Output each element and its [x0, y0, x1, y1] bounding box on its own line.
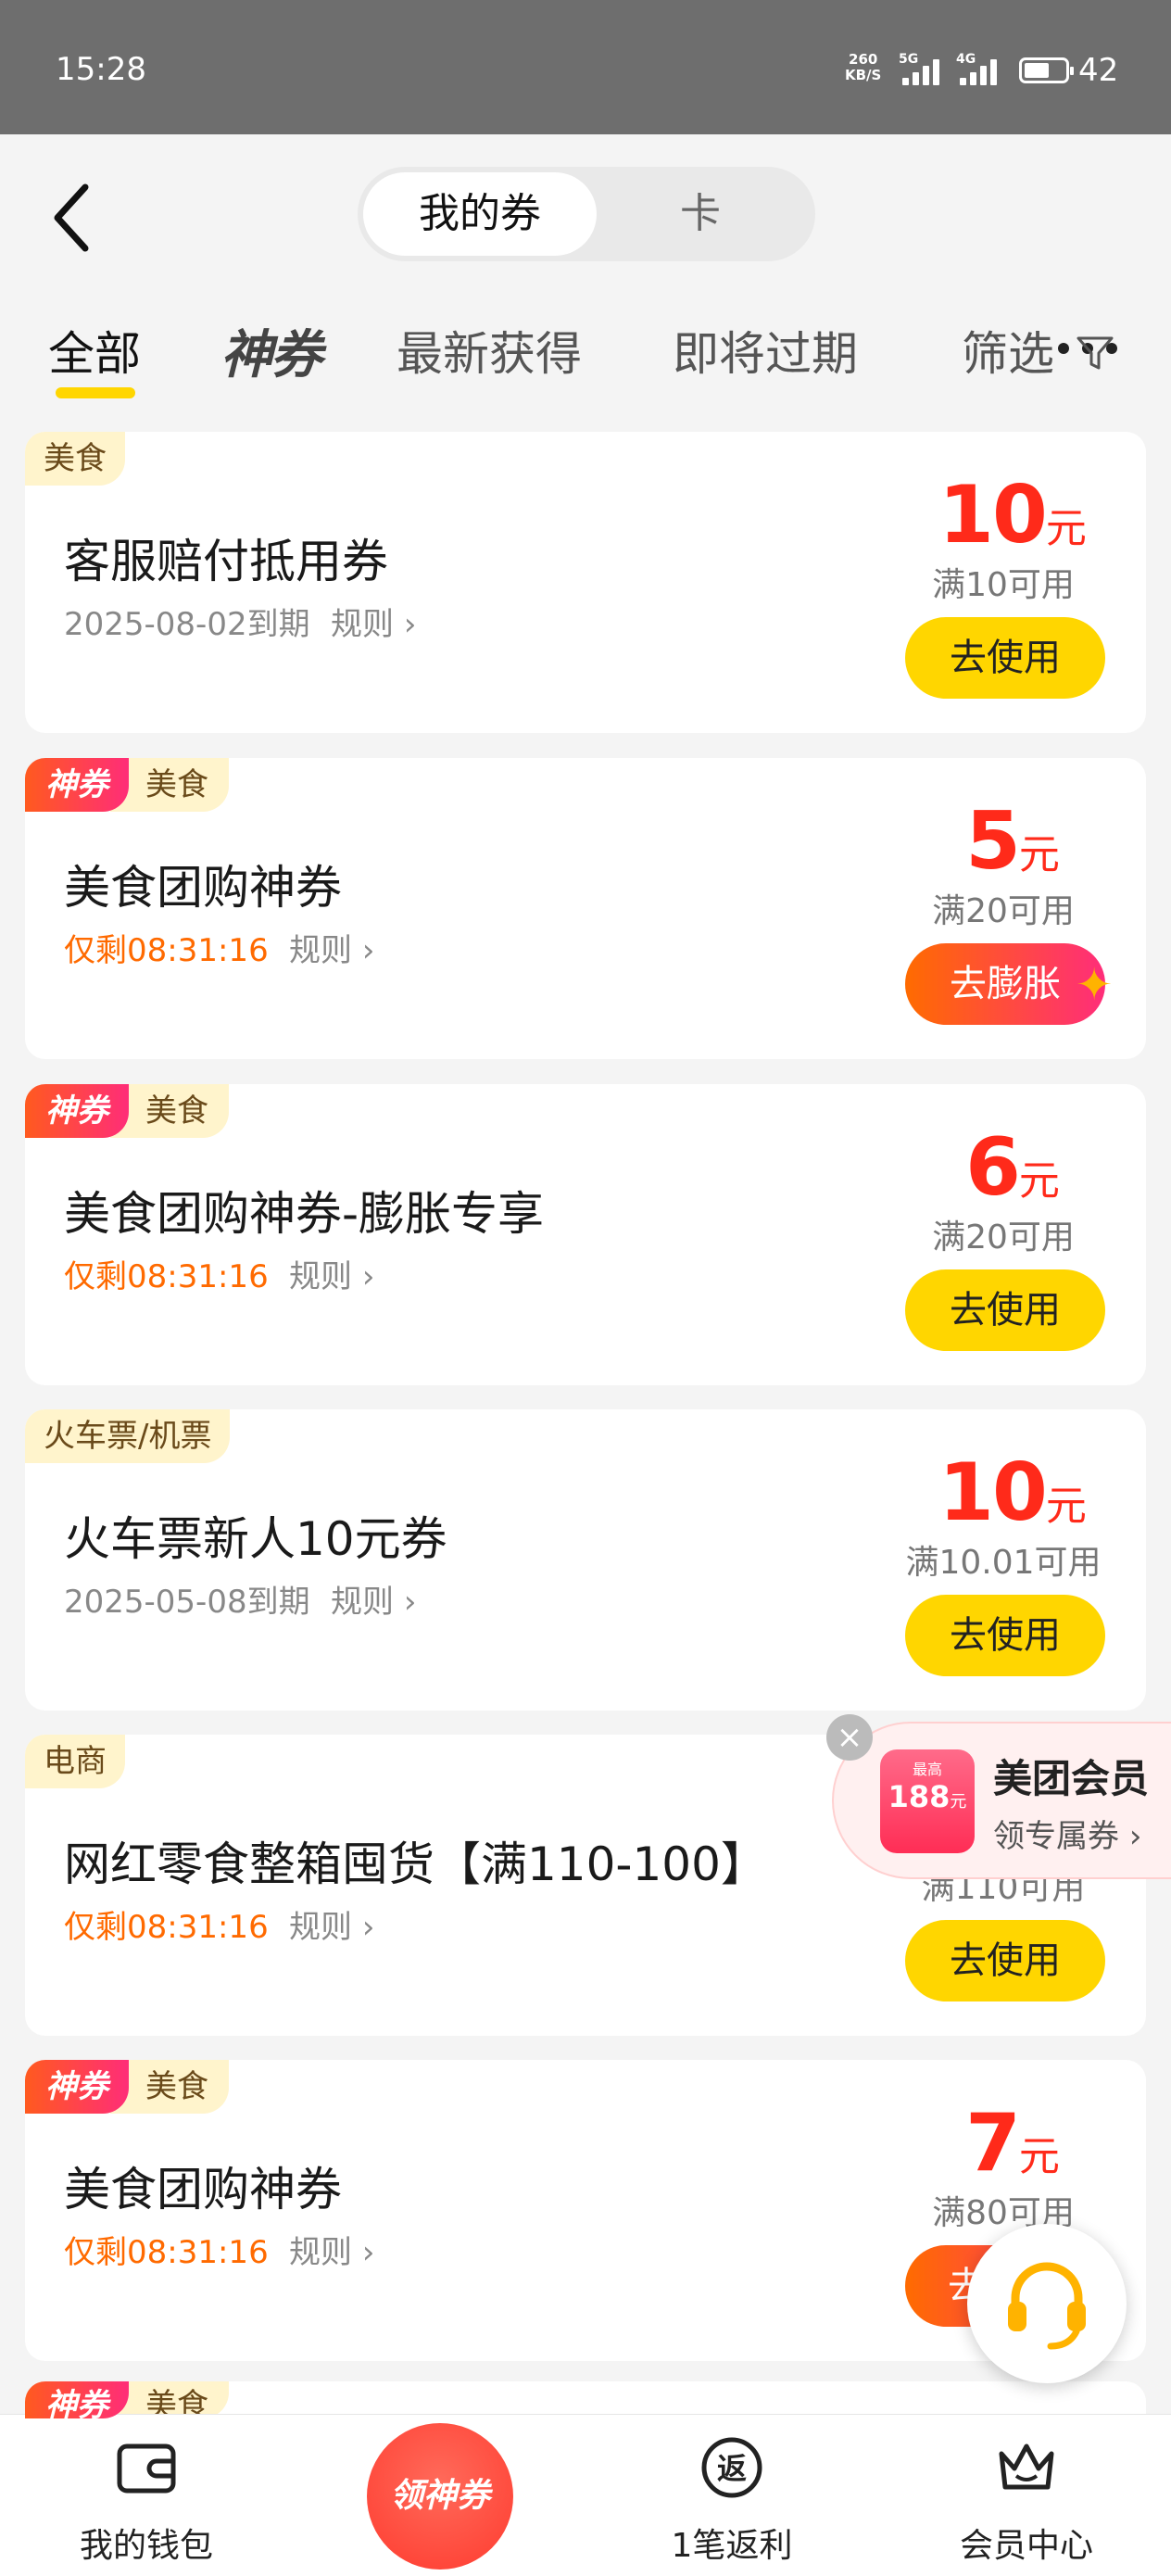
- customer-service-button[interactable]: [967, 2224, 1127, 2383]
- tab-expiring[interactable]: 即将过期: [673, 317, 858, 384]
- coupon-rules-link[interactable]: 规则 ›: [331, 1576, 416, 1622]
- coupon-card[interactable]: 神券 美食 美食团购神券 仅剩08:31:16 规则 › 5元 满20可用 去膨…: [25, 758, 1146, 1059]
- shen-coupon-badge: 神券: [25, 2060, 129, 2114]
- promo-subtitle: 领专属券 ›: [993, 1818, 1142, 1855]
- signal-4g-icon: 4G: [956, 52, 1004, 85]
- coupon-rules-link[interactable]: 规则 ›: [289, 2227, 374, 2272]
- coupon-condition: 满20可用: [932, 1219, 1075, 1256]
- coupon-rules-link[interactable]: 规则 ›: [331, 599, 416, 644]
- coupon-category-tag: 火车票/机票: [25, 1409, 231, 1463]
- close-promo-button[interactable]: ×: [826, 1714, 873, 1761]
- status-bar: 15:28 260 KB/S 5G 4G 42: [0, 0, 1171, 134]
- use-coupon-button[interactable]: 去使用: [905, 1269, 1105, 1351]
- coupon-card[interactable]: 美食 客服赔付抵用券 2025-08-02到期 规则 › 10元 满10可用 去…: [25, 432, 1146, 733]
- coupon-rules-link[interactable]: 规则 ›: [289, 1901, 374, 1947]
- chevron-right-icon: ›: [361, 932, 375, 969]
- coupon-expiry: 2025-05-08到期: [64, 1584, 310, 1621]
- get-shen-coupon-button[interactable]: 领神券: [367, 2423, 513, 2570]
- coupon-title: 网红零食整箱囤货【满110-100】: [64, 1837, 767, 1891]
- coupon-countdown: 仅剩08:31:16: [64, 1909, 269, 1946]
- coupon-amount: 10元: [938, 1446, 1087, 1539]
- chevron-right-icon: ›: [361, 1258, 375, 1295]
- coupon-card[interactable]: 神券 美食: [25, 2381, 1146, 2418]
- segment-control: 我的券 卡: [358, 167, 815, 261]
- coupon-card[interactable]: 神券 美食 美食团购神券-膨胀专享 仅剩08:31:16 规则 › 6元 满20…: [25, 1084, 1146, 1385]
- wallet-icon: [114, 2435, 179, 2500]
- chevron-right-icon: ›: [403, 606, 417, 643]
- coupon-amount: 6元: [965, 1121, 1060, 1214]
- coupon-category-tag: 电商: [25, 1735, 125, 1788]
- coupon-condition: 满10.01可用: [905, 1544, 1102, 1582]
- coupon-rules-link[interactable]: 规则 ›: [289, 925, 374, 970]
- tab-all[interactable]: 全部: [48, 317, 141, 384]
- crown-icon: [994, 2435, 1059, 2500]
- nav-member-center[interactable]: 会员中心: [925, 2415, 1128, 2576]
- bottom-nav: 我的钱包 返 1笔返利 会员中心: [0, 2414, 1171, 2576]
- shen-coupon-badge: 神券: [25, 758, 129, 812]
- member-promo-banner[interactable]: 最高 188元 美团会员 领专属券 ›: [832, 1722, 1171, 1879]
- shen-coupon-badge: 神券: [25, 2381, 129, 2418]
- chevron-right-icon: ›: [361, 1909, 375, 1946]
- headset-icon: [1008, 2262, 1086, 2350]
- coupon-title: 美食团购神券: [64, 861, 342, 915]
- coupon-countdown: 仅剩08:31:16: [64, 932, 269, 969]
- coupon-amount: 7元: [965, 2097, 1060, 2190]
- coupon-category-tag: 美食: [25, 432, 125, 486]
- use-coupon-button[interactable]: 去使用: [905, 1595, 1105, 1676]
- status-time: 15:28: [56, 51, 146, 88]
- coupon-title: 美食团购神券-膨胀专享: [64, 1187, 545, 1241]
- coupon-title: 客服赔付抵用券: [64, 535, 388, 588]
- segment-my-coupons[interactable]: 我的券: [363, 172, 597, 256]
- coupon-countdown: 仅剩08:31:16: [64, 1258, 269, 1295]
- promo-title: 美团会员: [993, 1756, 1150, 1801]
- coupon-title: 火车票新人10元券: [64, 1512, 447, 1566]
- coupon-amount: 5元: [965, 795, 1060, 888]
- coupon-condition: 满20可用: [932, 892, 1075, 930]
- nav-rebate[interactable]: 返 1笔返利: [630, 2415, 834, 2576]
- tab-shen-coupon[interactable]: 神券: [220, 313, 322, 388]
- coupon-rules-link[interactable]: 规则 ›: [289, 1251, 374, 1296]
- segment-cards[interactable]: 卡: [591, 172, 810, 256]
- signal-5g-icon: 5G: [899, 52, 947, 85]
- use-coupon-button[interactable]: 去使用: [905, 617, 1105, 699]
- chevron-right-icon: ›: [403, 1584, 417, 1621]
- sparkle-icon: ✦: [1076, 959, 1114, 1011]
- coupon-amount: 10元: [938, 469, 1087, 562]
- tab-filter[interactable]: 筛选: [962, 317, 1115, 385]
- back-button[interactable]: [46, 176, 102, 259]
- battery-icon: [1019, 57, 1074, 83]
- tab-newest[interactable]: 最新获得: [397, 317, 582, 384]
- coupon-card[interactable]: 火车票/机票 火车票新人10元券 2025-05-08到期 规则 › 10元 满…: [25, 1409, 1146, 1711]
- net-speed: 260 KB/S: [845, 51, 882, 83]
- use-coupon-button[interactable]: 去使用: [905, 1920, 1105, 2001]
- shen-coupon-badge: 神券: [25, 1084, 129, 1138]
- member-coupon-icon: 最高 188元: [880, 1749, 975, 1853]
- chevron-right-icon: ›: [361, 2234, 375, 2271]
- svg-text:返: 返: [717, 2451, 747, 2486]
- battery-level: 42: [1078, 52, 1119, 89]
- tab-active-indicator: [56, 387, 135, 398]
- coupon-title: 美食团购神券: [64, 2163, 342, 2216]
- coupon-condition: 满10可用: [932, 566, 1075, 604]
- chevron-right-icon: ›: [1128, 1818, 1142, 1855]
- nav-wallet[interactable]: 我的钱包: [44, 2415, 248, 2576]
- rebate-icon: 返: [699, 2435, 764, 2500]
- coupon-countdown: 仅剩08:31:16: [64, 2234, 269, 2271]
- filter-tabs: 全部 神券 最新获得 即将过期 筛选: [0, 306, 1171, 417]
- filter-icon: [1075, 331, 1115, 385]
- coupon-expiry: 2025-08-02到期: [64, 606, 310, 643]
